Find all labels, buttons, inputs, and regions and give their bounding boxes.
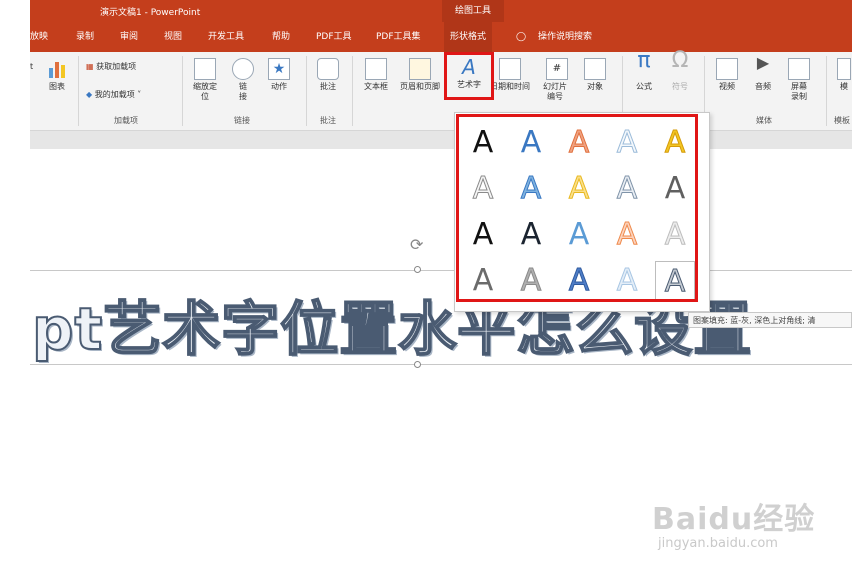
speaker-icon: ▶ xyxy=(756,53,770,72)
rotate-handle-icon[interactable]: ⟳ xyxy=(410,235,423,254)
group-label-links: 链接 xyxy=(234,116,250,125)
resize-handle-top[interactable] xyxy=(414,266,421,273)
screen-recording-label: 屏幕录制 xyxy=(791,82,807,101)
action-label: 动作 xyxy=(271,82,287,91)
textbox-icon xyxy=(365,58,387,80)
header-footer-label: 页眉和页脚 xyxy=(400,82,440,91)
store-icon: ▦ xyxy=(86,62,94,71)
textbox-button[interactable]: 文本框 xyxy=(360,58,392,92)
tab-record[interactable]: 录制 xyxy=(76,22,94,52)
textbox-label: 文本框 xyxy=(364,82,388,91)
screen-recording-button[interactable]: 屏幕录制 xyxy=(786,58,812,102)
group-label-comments: 批注 xyxy=(320,116,336,125)
get-addins-label: 获取加载项 xyxy=(96,62,137,71)
group-separator xyxy=(182,56,183,126)
tab-pdf-tools[interactable]: PDF工具 xyxy=(316,22,352,52)
omega-icon: Ω xyxy=(671,48,689,73)
window-left-edge xyxy=(0,0,30,578)
comment-button[interactable]: 批注 xyxy=(314,58,342,92)
my-addins-button[interactable]: ◆ 我的加载项 ˅ xyxy=(86,90,141,100)
template-button-partial[interactable]: 模 xyxy=(836,58,852,92)
chevron-down-icon: ˅ xyxy=(137,90,142,99)
pi-icon: π xyxy=(637,48,651,73)
link-label: 链接 xyxy=(239,82,247,101)
tab-pdf-toolset[interactable]: PDF工具集 xyxy=(376,22,421,52)
comment-icon xyxy=(317,58,339,80)
tab-shape-format[interactable]: 形状格式 xyxy=(444,22,493,52)
get-addins-button[interactable]: ▦ 获取加载项 xyxy=(86,62,136,72)
group-separator xyxy=(306,56,307,126)
group-separator xyxy=(78,56,79,126)
template-partial-label: 模 xyxy=(840,82,848,91)
symbol-button[interactable]: Ω 符号 xyxy=(666,48,694,92)
datetime-button[interactable]: 日期和时间 xyxy=(488,58,532,92)
tab-review[interactable]: 审阅 xyxy=(120,22,138,52)
baidu-watermark: Baidu经验 jingyan.baidu.com xyxy=(652,494,816,551)
group-separator xyxy=(352,56,353,126)
window-title: 演示文稿1 - PowerPoint xyxy=(100,8,201,18)
video-button[interactable]: 视频 xyxy=(714,58,740,92)
group-separator xyxy=(826,56,827,126)
ribbon-tabs: 放映 录制 审阅 视图 开发工具 帮助 PDF工具 PDF工具集 形状格式 ◯ … xyxy=(30,22,852,52)
style-tooltip: 图案填充: 蓝-灰, 深色上对角线; 清 xyxy=(688,312,852,328)
action-button[interactable]: ★ 动作 xyxy=(266,58,292,92)
symbol-label: 符号 xyxy=(672,82,688,91)
tab-help[interactable]: 帮助 xyxy=(272,22,290,52)
group-label-addins: 加载项 xyxy=(114,116,138,125)
chart-button[interactable]: 图表 xyxy=(44,58,70,92)
link-button[interactable]: 链接 xyxy=(230,58,256,102)
gallery-highlight xyxy=(456,114,698,302)
object-button[interactable]: 对象 xyxy=(580,58,610,92)
watermark-url: jingyan.baidu.com xyxy=(658,536,778,551)
zoom-button[interactable]: 缩放定位 xyxy=(190,58,220,102)
equation-label: 公式 xyxy=(636,82,652,91)
star-action-icon: ★ xyxy=(268,58,290,80)
my-addins-label: 我的加载项 xyxy=(94,90,135,99)
calendar-icon xyxy=(499,58,521,80)
slide-number-icon: # xyxy=(546,58,568,80)
datetime-label: 日期和时间 xyxy=(490,82,530,91)
bar-chart-icon xyxy=(49,62,65,78)
audio-label: 音频 xyxy=(755,82,771,91)
header-footer-icon xyxy=(409,58,431,80)
textbox-top-border xyxy=(30,270,852,271)
puzzle-icon: ◆ xyxy=(86,90,93,99)
watermark-brand: Baidu经验 xyxy=(652,502,816,537)
tell-me-search[interactable]: 操作说明搜索 xyxy=(538,22,592,52)
ribbon-insert: t 图表 ▦ 获取加载项 ◆ 我的加载项 ˅ 加载项 缩放定位 链接 ★ 动作 … xyxy=(30,48,852,131)
chart-label: 图表 xyxy=(49,82,65,91)
chart-partial-label: t xyxy=(30,62,34,71)
zoom-label: 缩放定位 xyxy=(193,82,217,101)
audio-button[interactable]: ▶ 音频 xyxy=(750,53,776,92)
screen-recording-icon xyxy=(788,58,810,80)
video-label: 视频 xyxy=(719,82,735,91)
group-label-media: 媒体 xyxy=(756,116,772,125)
group-label-template: 模板 xyxy=(834,116,850,125)
canvas-top-strip xyxy=(30,131,852,149)
title-bar: 演示文稿1 - PowerPoint 绘图工具 xyxy=(30,0,852,22)
search-lightbulb-icon: ◯ xyxy=(516,32,527,42)
wordart-button-highlight xyxy=(444,52,494,100)
slide-number-button[interactable]: # 幻灯片编号 xyxy=(540,58,574,102)
zoom-icon xyxy=(194,58,216,80)
slide-number-label: 幻灯片编号 xyxy=(543,82,567,101)
object-label: 对象 xyxy=(587,82,603,91)
header-footer-button[interactable]: 页眉和页脚 xyxy=(396,58,444,92)
tab-view[interactable]: 视图 xyxy=(164,22,182,52)
video-icon xyxy=(716,58,738,80)
comment-label: 批注 xyxy=(320,82,336,91)
object-icon xyxy=(584,58,606,80)
tab-slideshow[interactable]: 放映 xyxy=(30,22,48,52)
globe-link-icon xyxy=(232,58,254,80)
equation-button[interactable]: π 公式 xyxy=(630,48,658,92)
tab-developer[interactable]: 开发工具 xyxy=(208,22,244,52)
drawing-tools-context-label: 绘图工具 xyxy=(442,0,504,22)
template-icon xyxy=(837,58,851,80)
